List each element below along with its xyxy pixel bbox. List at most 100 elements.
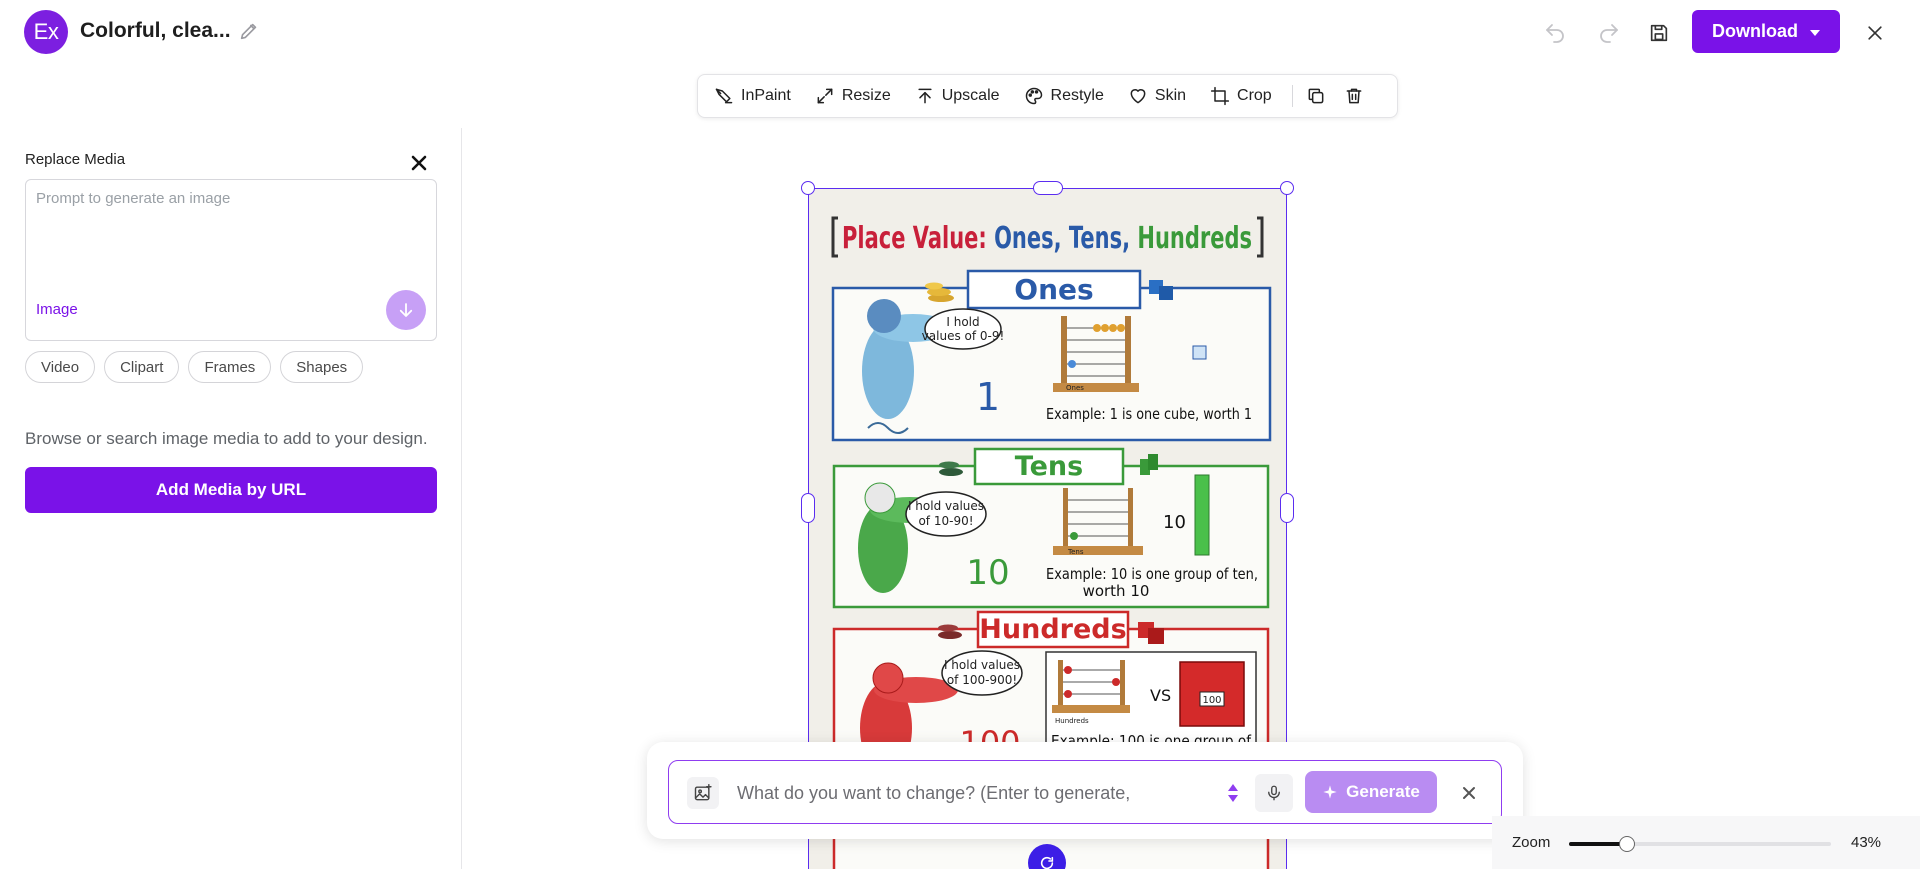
ones-example: Example: 1 is one cube, worth 1 — [1046, 405, 1252, 423]
ones-heading: Ones — [1014, 273, 1093, 306]
resize-icon — [817, 88, 833, 104]
tens-example-line2: worth 10 — [1083, 582, 1150, 600]
hundreds-bubble-line1: I hold values — [944, 658, 1020, 672]
microphone-icon — [1268, 785, 1280, 801]
prompt-stepper[interactable] — [1225, 777, 1241, 809]
redo-button[interactable] — [1593, 17, 1625, 49]
sparkle-icon — [1323, 785, 1337, 799]
upscale-button[interactable]: Upscale — [915, 81, 1000, 111]
prompt-box: Image — [25, 179, 437, 341]
top-bar: Ex Colorful, clea... Download — [0, 0, 1920, 64]
tens-bubble-line2: of 10-90! — [918, 514, 973, 528]
inpaint-icon — [715, 88, 733, 104]
hundreds-heading: Hundreds — [979, 614, 1126, 645]
close-icon — [411, 155, 427, 171]
zoom-control: Zoom 43% — [1492, 816, 1920, 869]
generate-button[interactable]: Generate — [1305, 771, 1437, 813]
chevron-down-icon — [1810, 29, 1820, 36]
tool-label: Resize — [841, 87, 891, 104]
tool-label: Skin — [1154, 87, 1187, 104]
inpaint-button[interactable]: InPaint — [714, 81, 791, 111]
resize-handle-top[interactable] — [1033, 181, 1063, 195]
generate-label: Generate — [1346, 782, 1420, 801]
pencil-icon[interactable] — [238, 20, 260, 42]
palette-icon — [1025, 87, 1042, 105]
arrow-down-icon — [399, 303, 413, 317]
media-type-selector[interactable]: Image — [36, 301, 78, 318]
ones-bubble-line1: I hold — [946, 315, 979, 329]
svg-text:Place Value: Ones,: Place Value: Ones, Tens, Hundreds — [842, 221, 1252, 256]
chip-video[interactable]: Video — [25, 351, 96, 383]
restyle-button[interactable]: Restyle — [1024, 81, 1104, 111]
stepper-up-icon[interactable] — [1228, 784, 1238, 791]
hundreds-bubble-line2: of 100-900! — [947, 673, 1017, 687]
heart-icon — [1130, 89, 1146, 104]
save-icon — [1650, 24, 1668, 42]
delete-button[interactable] — [1341, 83, 1367, 109]
panel-title: Replace Media — [25, 151, 126, 168]
poster-title-part-2: Ones, — [994, 221, 1069, 256]
replace-media-panel: Replace Media Image Video Clipart Frames… — [0, 128, 462, 869]
zoom-slider-thumb[interactable] — [1619, 836, 1635, 852]
image-prompt-input[interactable] — [36, 190, 426, 280]
document-title[interactable]: Colorful, clea... — [80, 19, 231, 43]
crop-button[interactable]: Crop — [1210, 81, 1272, 111]
stepper-down-icon[interactable] — [1228, 795, 1238, 802]
tool-label: Crop — [1237, 87, 1272, 104]
image-toolbar: InPaint Resize Upscale Restyle Skin Crop — [697, 74, 1398, 118]
attach-image-button[interactable] — [687, 777, 719, 809]
duplicate-button[interactable] — [1303, 83, 1329, 109]
ai-prompt-input[interactable] — [737, 779, 1147, 807]
undo-icon — [1546, 24, 1564, 43]
save-button[interactable] — [1643, 17, 1675, 49]
tens-abacus-label: Tens — [1067, 548, 1084, 556]
chip-frames[interactable]: Frames — [188, 351, 272, 383]
ai-prompt-field: Generate — [668, 760, 1502, 824]
ones-bubble-line2: values of 0-9! — [922, 329, 1005, 343]
resize-handle-right[interactable] — [1280, 493, 1294, 523]
poster-title-part-4: Hundreds — [1137, 221, 1252, 256]
app-logo[interactable]: Ex — [24, 10, 68, 54]
toolbar-divider — [1291, 85, 1293, 107]
media-type-chips: Video Clipart Frames Shapes — [25, 351, 364, 383]
hundreds-block-label: 100 — [1202, 695, 1221, 706]
chip-clipart[interactable]: Clipart — [104, 351, 180, 383]
close-icon — [1868, 26, 1882, 40]
close-panel-button[interactable] — [404, 148, 434, 178]
resize-button[interactable]: Resize — [815, 81, 891, 111]
tens-bubble-line1: I hold values — [908, 499, 984, 513]
hundreds-abacus-label: Hundreds — [1055, 717, 1089, 725]
tens-number: 10 — [966, 553, 1009, 593]
tens-heading: Tens — [1015, 451, 1083, 482]
tool-label: InPaint — [741, 87, 791, 104]
skin-button[interactable]: Skin — [1128, 81, 1186, 111]
chip-shapes[interactable]: Shapes — [280, 351, 364, 383]
resize-handle-top-left[interactable] — [801, 181, 815, 195]
voice-input-button[interactable] — [1255, 774, 1293, 812]
generate-image-button[interactable] — [386, 290, 426, 330]
tool-label: Upscale — [941, 87, 1000, 104]
panel-description: Browse or search image media to add to y… — [25, 429, 428, 448]
ai-edit-panel: Generate — [647, 742, 1523, 839]
poster-title-part-3: Tens, — [1069, 221, 1137, 256]
download-button[interactable]: Download — [1692, 10, 1840, 53]
close-editor-button[interactable] — [1859, 17, 1891, 49]
crop-icon — [1210, 86, 1230, 106]
close-icon — [1463, 787, 1475, 799]
redo-icon — [1600, 24, 1618, 43]
zoom-value: 43% — [1851, 834, 1882, 851]
download-label: Download — [1712, 21, 1798, 41]
ones-number: 1 — [976, 375, 1000, 419]
resize-handle-left[interactable] — [801, 493, 815, 523]
close-ai-panel-button[interactable] — [1457, 781, 1481, 805]
refresh-icon — [1040, 856, 1054, 869]
poster-title-part-1: Place Value: — [842, 221, 994, 256]
upscale-icon — [918, 88, 932, 104]
zoom-label: Zoom — [1512, 834, 1551, 851]
zoom-slider[interactable] — [1569, 836, 1831, 852]
add-media-by-url-button[interactable]: Add Media by URL — [25, 467, 437, 513]
ones-abacus-label: Ones — [1066, 384, 1084, 392]
undo-button[interactable] — [1539, 17, 1571, 49]
resize-handle-top-right[interactable] — [1280, 181, 1294, 195]
tens-side-number: 10 — [1163, 512, 1186, 533]
